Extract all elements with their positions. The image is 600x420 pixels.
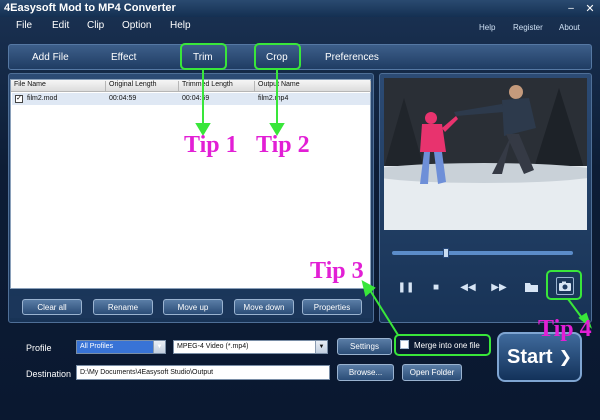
merge-highlight	[394, 334, 491, 356]
effect-button[interactable]: Effect	[111, 52, 136, 63]
properties-button[interactable]: Properties	[302, 299, 362, 315]
stop-icon[interactable]: ■	[428, 279, 444, 295]
menu-help[interactable]: Help	[170, 20, 191, 31]
browse-button[interactable]: Browse...	[337, 364, 394, 381]
cell-output-name: film2.mp4	[258, 95, 289, 102]
seek-slider[interactable]	[392, 251, 573, 255]
move-up-button[interactable]: Move up	[163, 299, 223, 315]
close-icon[interactable]: ✕	[584, 2, 596, 15]
seek-slider-knob[interactable]	[443, 248, 450, 258]
link-register[interactable]: Register	[513, 23, 543, 32]
rename-button[interactable]: Rename	[93, 299, 153, 315]
clear-all-button[interactable]: Clear all	[22, 299, 82, 315]
column-output-name[interactable]: Output Name	[255, 81, 371, 92]
move-down-button[interactable]: Move down	[234, 299, 294, 315]
row-checkbox[interactable]: ✓	[15, 95, 23, 103]
column-trimmed-length[interactable]: Trimmed Length	[179, 81, 255, 92]
profile-label: Profile	[26, 343, 52, 353]
open-folder-button[interactable]: Open Folder	[402, 364, 462, 381]
pause-icon[interactable]: ❚❚	[398, 279, 415, 295]
profile-format-value: MPEG-4 Video (*.mp4)	[177, 343, 249, 350]
link-help[interactable]: Help	[479, 23, 495, 32]
title-bar: 4Easysoft Mod to MP4 Converter – ✕	[0, 0, 600, 17]
menu-edit[interactable]: Edit	[52, 20, 69, 31]
chevron-right-icon: ❯	[558, 349, 572, 366]
cell-trimmed-length: 00:04:59	[182, 95, 210, 102]
video-preview	[384, 78, 587, 230]
tip-3-label: Tip 3	[310, 258, 364, 284]
menu-bar: File Edit Clip Option Help Help Register…	[0, 17, 600, 35]
menu-option[interactable]: Option	[122, 20, 151, 31]
cell-file-name: film2.mod	[27, 95, 58, 102]
file-list-header: File Name Original Length Trimmed Length…	[11, 80, 371, 92]
cell-original-length: 00:04:59	[109, 95, 137, 102]
app-window: 4Easysoft Mod to MP4 Converter – ✕ File …	[0, 0, 600, 420]
chevron-down-icon[interactable]: ▼	[153, 341, 165, 353]
settings-button[interactable]: Settings	[337, 338, 392, 355]
table-row[interactable]: ✓ film2.mod 00:04:59 00:04:59 film2.mp4	[12, 93, 370, 105]
snapshot-highlight	[546, 270, 582, 300]
preferences-button[interactable]: Preferences	[325, 52, 379, 63]
column-original-length[interactable]: Original Length	[106, 81, 179, 92]
tip-2-label: Tip 2	[256, 132, 310, 158]
tip-4-label: Tip 4	[538, 316, 592, 342]
link-about[interactable]: About	[559, 23, 580, 32]
profile-category-select[interactable]: All Profiles ▼	[76, 340, 166, 354]
fast-forward-icon[interactable]: ▶▶	[491, 279, 507, 295]
destination-label: Destination	[26, 369, 72, 379]
crop-highlight	[254, 43, 301, 70]
menu-file[interactable]: File	[16, 20, 32, 31]
video-frame	[384, 78, 587, 230]
trim-highlight	[180, 43, 227, 70]
destination-input[interactable]: D:\My Documents\4Easysoft Studio\Output	[76, 365, 330, 380]
profile-category-value: All Profiles	[80, 343, 114, 350]
rewind-icon[interactable]: ◀◀	[460, 279, 476, 295]
tip-1-label: Tip 1	[184, 132, 238, 158]
window-title: 4Easysoft Mod to MP4 Converter	[4, 2, 176, 14]
start-label: Start	[507, 345, 553, 368]
column-file-name[interactable]: File Name	[11, 81, 106, 92]
profile-format-select[interactable]: MPEG-4 Video (*.mp4) ▼	[173, 340, 328, 354]
chevron-down-icon[interactable]: ▼	[315, 341, 327, 353]
open-folder-icon[interactable]	[523, 279, 539, 295]
minimize-icon[interactable]: –	[565, 2, 577, 14]
menu-clip[interactable]: Clip	[87, 20, 104, 31]
add-file-button[interactable]: Add File	[32, 52, 69, 63]
